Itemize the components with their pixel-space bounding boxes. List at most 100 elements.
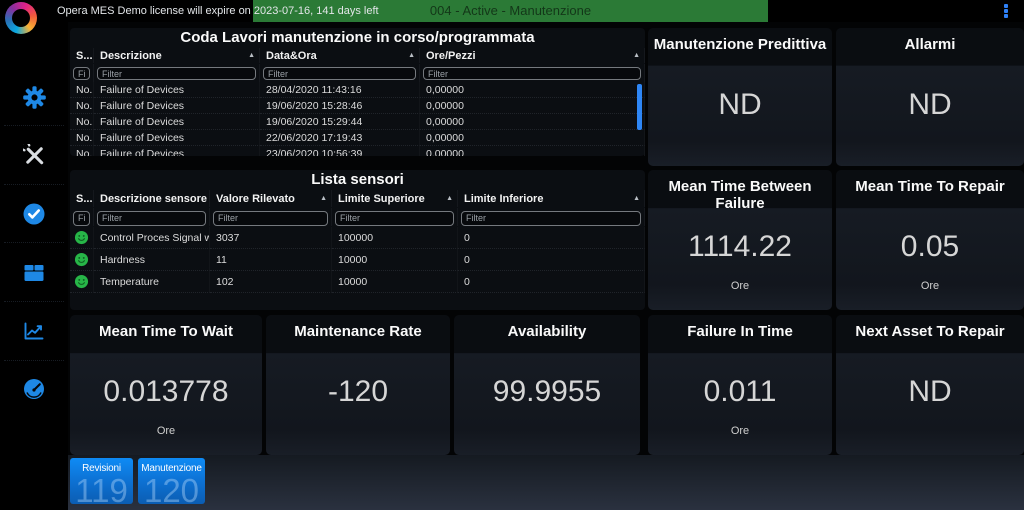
filter-input[interactable] [73, 67, 90, 80]
cell: Hardness [94, 249, 210, 271]
tab-revisioni[interactable]: Revisioni 119 [70, 458, 133, 504]
filter-input[interactable] [97, 211, 206, 226]
filter-input[interactable] [213, 211, 328, 226]
cell: Failure of Devices [94, 82, 260, 98]
filter-input[interactable] [335, 211, 454, 226]
column-header-limite-inferiore[interactable]: Limite Inferiore▲ [458, 190, 645, 207]
table-row[interactable]: No... Failure of Devices 28/04/2020 11:4… [70, 82, 645, 98]
divider [4, 125, 64, 126]
cell: 3037 [210, 227, 332, 249]
table-row[interactable]: Hardness 11 10000 0 [70, 249, 645, 271]
filter-input[interactable] [73, 211, 90, 226]
opera-mes-logo [5, 2, 37, 34]
cell: No... [70, 82, 94, 98]
filter-input[interactable] [97, 67, 256, 80]
divider [4, 184, 64, 185]
column-label: S... [76, 50, 93, 62]
tools-icon [23, 144, 46, 167]
work-queue-filter-row [70, 63, 645, 82]
kpi-card-failure-in-time: Failure In Time 0.011 Ore [648, 315, 832, 455]
cell: No... [70, 130, 94, 146]
cell [70, 271, 94, 293]
kpi-card-mttr: Mean Time To Repair 0.05 Ore [836, 170, 1024, 310]
cell: Failure of Devices [94, 98, 260, 114]
cell: 0 [458, 271, 645, 293]
scrollbar-thumb[interactable] [637, 84, 642, 130]
divider [4, 360, 64, 361]
sort-arrow-icon: ▲ [446, 195, 453, 202]
cell: 100000 [332, 227, 458, 249]
kpi-title: Allarmi [836, 36, 1024, 53]
table-row[interactable]: Temperature 102 10000 0 [70, 271, 645, 293]
column-header-stato[interactable]: S...▲ [70, 48, 94, 63]
divider [4, 301, 64, 302]
bottom-strip [68, 455, 1024, 510]
kpi-card-mtbf: Mean Time Between Failure 1114.22 Ore [648, 170, 832, 310]
column-label: Limite Inferiore [464, 193, 543, 205]
gear-icon [23, 86, 46, 109]
sidebar-item-warehouse[interactable] [0, 258, 68, 288]
sensors-header: S...▲ Descrizione sensore▲ Valore Rileva… [70, 190, 645, 207]
kpi-value: 0.013778 [70, 375, 262, 409]
tab-count: 120 [138, 472, 205, 504]
license-text: Opera MES Demo license will expire on 20… [57, 0, 379, 22]
kpi-card-maintenance-rate: Maintenance Rate -120 [266, 315, 450, 455]
kpi-title: Failure In Time [648, 323, 832, 340]
kpi-card-availability: Availability 99.9955 [454, 315, 640, 455]
sidebar-item-analytics[interactable] [0, 316, 68, 346]
cell: 22/06/2020 17:19:43 [260, 130, 420, 146]
cell: No... [70, 114, 94, 130]
kpi-value: ND [648, 88, 832, 122]
kpi-value: 0.011 [648, 375, 832, 409]
sensors-panel: Lista sensori S...▲ Descrizione sensore▲… [70, 170, 645, 310]
cell: 0,00000 [420, 146, 645, 156]
kpi-card-allarmi: Allarmi ND [836, 28, 1024, 166]
sidebar-item-performance[interactable] [0, 374, 68, 404]
table-row[interactable]: No... Failure of Devices 22/06/2020 17:1… [70, 130, 645, 146]
kpi-title: Availability [454, 323, 640, 340]
tab-manutenzione[interactable]: Manutenzione 120 [138, 458, 205, 504]
check-circle-icon [22, 202, 46, 226]
cell: 0,00000 [420, 130, 645, 146]
sidebar-item-tasks[interactable] [0, 199, 68, 229]
kpi-value: 0.05 [836, 230, 1024, 264]
table-row[interactable]: No... Failure of Devices 23/06/2020 10:5… [70, 146, 645, 156]
column-header-descrizione-sensore[interactable]: Descrizione sensore▲ [94, 190, 210, 207]
column-header-orepezzi[interactable]: Ore/Pezzi▲ [420, 48, 645, 63]
column-header-limite-superiore[interactable]: Limite Superiore▲ [332, 190, 458, 207]
column-label: Descrizione [100, 50, 162, 62]
column-label: Ore/Pezzi [426, 50, 476, 62]
kpi-title: Mean Time To Repair [836, 178, 1024, 195]
cell: 28/04/2020 11:43:16 [260, 82, 420, 98]
filter-input[interactable] [423, 67, 641, 80]
kpi-title: Manutenzione Predittiva [648, 36, 832, 53]
table-row[interactable]: No... Failure of Devices 19/06/2020 15:2… [70, 114, 645, 130]
kpi-value: -120 [266, 375, 450, 409]
work-queue-panel: Coda Lavori manutenzione in corso/progra… [70, 28, 645, 156]
kpi-title: Mean Time To Wait [70, 323, 262, 340]
sensors-filter-row [70, 207, 645, 227]
column-header-stato[interactable]: S...▲ [70, 190, 94, 207]
cell: No... [70, 98, 94, 114]
column-header-descrizione[interactable]: Descrizione▲ [94, 48, 260, 63]
sort-arrow-icon: ▲ [408, 52, 415, 59]
sidebar-item-tools[interactable] [0, 140, 68, 170]
cell: Temperature [94, 271, 210, 293]
column-header-dataora[interactable]: Data&Ora▲ [260, 48, 420, 63]
column-header-valore-rilevato[interactable]: Valore Rilevato▲ [210, 190, 332, 207]
kpi-unit: Ore [648, 280, 832, 292]
column-label: Valore Rilevato [216, 193, 295, 205]
filter-input[interactable] [461, 211, 641, 226]
kpi-title: Mean Time Between Failure [648, 178, 832, 212]
filter-input[interactable] [263, 67, 416, 80]
cell: No... [70, 146, 94, 156]
column-label: Descrizione sensore [100, 193, 207, 205]
cell: 0,00000 [420, 114, 645, 130]
table-row[interactable]: No... Failure of Devices 19/06/2020 15:2… [70, 98, 645, 114]
column-label: S... [76, 193, 93, 205]
table-row[interactable]: Control Proces Signal with L... 3037 100… [70, 227, 645, 249]
menu-ellipsis-icon[interactable] [1004, 4, 1010, 18]
sidebar-item-settings[interactable] [0, 82, 68, 112]
cell: Failure of Devices [94, 114, 260, 130]
kpi-unit: Ore [70, 425, 262, 437]
